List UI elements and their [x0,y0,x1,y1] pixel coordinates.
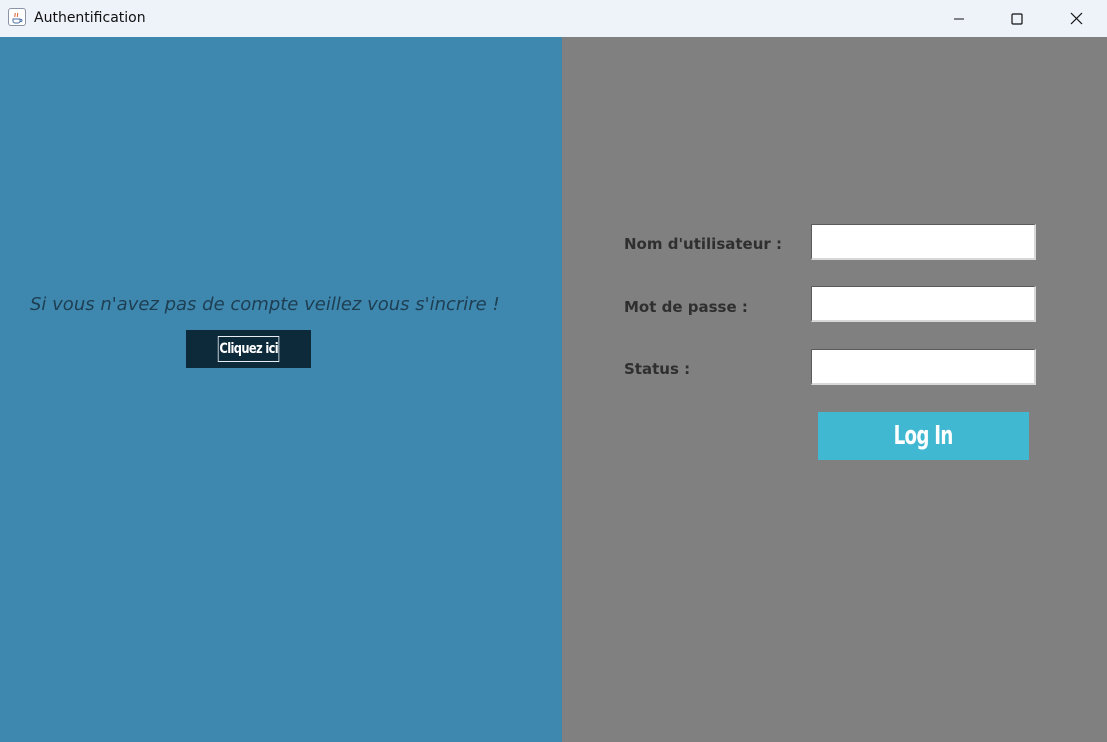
signup-panel [0,37,562,742]
auth-window: Authentification Si vous n'avez pas de c… [0,0,1107,742]
username-input[interactable] [811,224,1036,260]
close-button[interactable] [1047,0,1105,37]
close-icon [1070,12,1082,25]
status-input[interactable] [811,349,1036,385]
login-button[interactable]: Log In [818,412,1029,460]
window-title: Authentification [34,10,146,26]
java-app-icon [8,8,26,26]
password-input[interactable] [811,286,1036,322]
login-panel [562,37,1107,742]
minimize-button[interactable] [930,0,988,37]
signup-button[interactable]: Cliquez ici [186,330,311,368]
maximize-icon [1011,12,1023,25]
minimize-icon [954,18,964,19]
status-label: Status : [624,360,691,378]
signup-button-label: Cliquez ici [217,336,280,362]
signup-message: Si vous n'avez pas de compte veillez vou… [30,294,500,315]
password-label: Mot de passe : [624,298,748,316]
title-bar: Authentification [0,0,1107,37]
login-button-label: Log In [894,421,954,451]
username-label: Nom d'utilisateur : [624,235,783,253]
maximize-button[interactable] [988,0,1046,37]
